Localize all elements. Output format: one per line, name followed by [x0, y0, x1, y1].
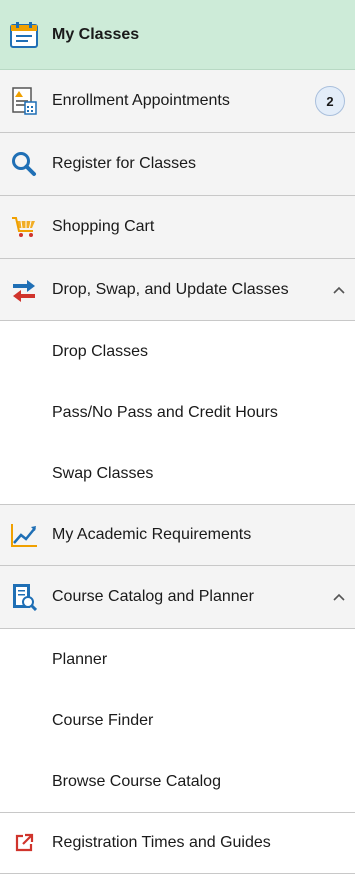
nav-item-register-for-classes[interactable]: Register for Classes [0, 133, 355, 196]
catalog-submenu: Planner Course Finder Browse Course Cata… [0, 629, 355, 812]
nav-item-label: Course Catalog and Planner [52, 588, 254, 605]
calendar-icon [10, 21, 38, 49]
nav-item-course-catalog-planner[interactable]: Course Catalog and Planner [0, 566, 355, 629]
search-icon [10, 150, 38, 178]
nav-item-label: Registration Times and Guides [52, 834, 271, 851]
subnav-item-label: Pass/No Pass and Credit Hours [52, 403, 278, 421]
subnav-item-drop-classes[interactable]: Drop Classes [0, 321, 355, 382]
subnav-item-label: Course Finder [52, 711, 154, 729]
subnav-item-pass-no-pass[interactable]: Pass/No Pass and Credit Hours [0, 382, 355, 443]
nav-item-label: Enrollment Appointments [52, 92, 230, 109]
nav-item-shopping-cart[interactable]: Shopping Cart [0, 196, 355, 259]
nav-item-enrollment-appointments[interactable]: Enrollment Appointments 2 [0, 70, 355, 133]
subnav-item-browse-catalog[interactable]: Browse Course Catalog [0, 751, 355, 812]
nav-item-label: Register for Classes [52, 155, 197, 172]
external-link-icon [10, 829, 38, 857]
chevron-up-icon[interactable] [331, 589, 347, 605]
navigation-menu: My Classes Enrollment Appointments 2 Reg… [0, 0, 355, 874]
nav-item-my-classes[interactable]: My Classes [0, 0, 355, 70]
nav-item-academic-requirements[interactable]: My Academic Requirements [0, 505, 355, 566]
nav-item-label: My Academic Requirements [52, 526, 252, 543]
subnav-item-swap-classes[interactable]: Swap Classes [0, 443, 355, 504]
trending-chart-icon [10, 521, 38, 549]
subnav-item-course-finder[interactable]: Course Finder [0, 690, 355, 751]
drop-swap-submenu: Drop Classes Pass/No Pass and Credit Hou… [0, 321, 355, 504]
nav-item-label: Drop, Swap, and Update Classes [52, 280, 289, 298]
count-badge: 2 [315, 86, 345, 116]
subnav-item-label: Drop Classes [52, 342, 149, 360]
nav-item-registration-times[interactable]: Registration Times and Guides [0, 813, 355, 874]
swap-arrows-icon [10, 276, 38, 304]
shopping-cart-icon [10, 213, 38, 241]
nav-item-drop-swap-update[interactable]: Drop, Swap, and Update Classes [0, 259, 355, 321]
subnav-item-label: Swap Classes [52, 464, 154, 482]
appointment-icon [10, 87, 38, 115]
nav-item-label: Shopping Cart [52, 218, 155, 235]
nav-item-label: My Classes [52, 25, 140, 43]
subnav-item-label: Browse Course Catalog [52, 772, 221, 790]
subnav-item-label: Planner [52, 650, 108, 668]
subnav-item-planner[interactable]: Planner [0, 629, 355, 690]
catalog-search-icon [10, 583, 38, 611]
chevron-up-icon[interactable] [331, 282, 347, 298]
